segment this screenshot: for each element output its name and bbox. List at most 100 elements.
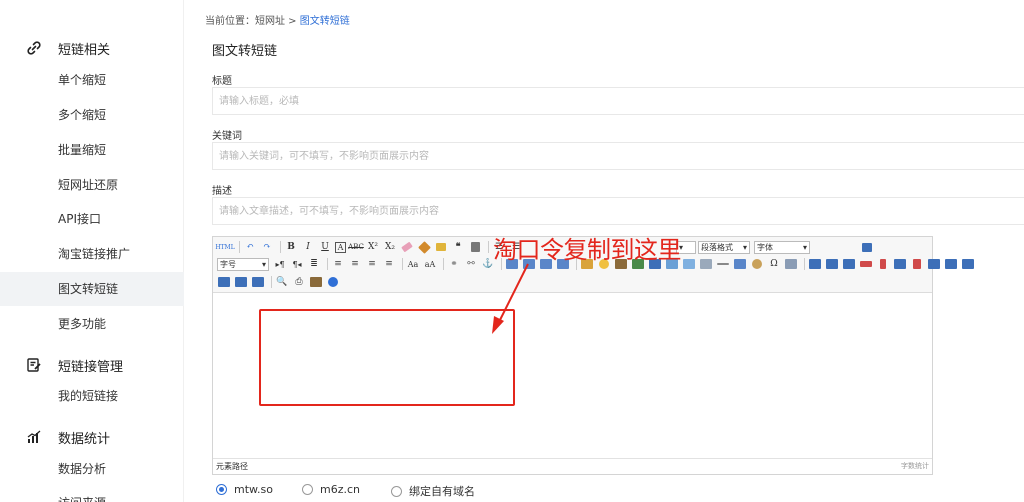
template-icon[interactable] [733,257,747,271]
align-justify-icon[interactable]: ≡ [382,257,396,271]
radio-unchecked-icon[interactable] [302,484,313,495]
italic-icon[interactable]: I [301,240,315,254]
keywords-input[interactable] [212,142,1024,170]
sidebar-item-multi-shorten[interactable]: 多个缩短 [0,98,184,132]
undo-icon[interactable]: ↶ [243,240,257,254]
sidebar-item-batch-shorten[interactable]: 批量缩短 [0,133,184,167]
delete-row-icon[interactable] [893,257,907,271]
paragraph-format-select[interactable]: 段落格式 ▾ [698,240,750,254]
breadcrumb: 当前位置：短网址 > 图文转短链 [205,12,350,27]
toolbar-separator [280,241,281,253]
sidebar-item-single-shorten[interactable]: 单个缩短 [0,63,184,97]
redo-icon[interactable]: ↷ [260,240,274,254]
merge-cells-icon[interactable] [910,257,924,271]
bold-icon[interactable]: B [284,240,298,254]
description-input[interactable] [212,197,1024,225]
font-family-value: 字体 [757,242,773,252]
domain-option-m6z[interactable]: m6z.cn [302,483,360,496]
sidebar: 短链相关 单个缩短 多个缩短 批量缩短 短网址还原 API接口 淘宝链接推广 图… [0,0,184,502]
sidebar-group-title: 短链接管理 [58,359,124,375]
sidebar-item-more[interactable]: 更多功能 [0,307,184,341]
ltr-direction-icon[interactable]: ▸¶ [273,257,287,271]
table-props-icon[interactable] [217,275,231,289]
insert-link-icon[interactable]: ⚭ [447,257,461,271]
search-replace-icon[interactable] [784,257,798,271]
sidebar-item-my-links[interactable]: 我的短链接 [0,379,184,413]
table-sort-icon[interactable] [251,275,265,289]
chevron-down-icon: ▾ [802,242,807,252]
font-border-icon[interactable]: A [335,241,346,253]
draft-icon[interactable] [309,275,323,289]
code-icon[interactable] [699,257,713,271]
sidebar-item-taobao[interactable]: 淘宝链接推广 [0,237,184,271]
insert-row-icon[interactable] [859,257,873,271]
sidebar-group-title: 短链相关 [58,42,111,58]
description-label: 描述 [212,186,232,197]
align-left-icon[interactable]: ≡ [331,257,345,271]
sidebar-item-api[interactable]: API接口 [0,202,184,236]
chevron-down-icon: ▾ [742,242,747,252]
delete-table-icon[interactable] [825,257,839,271]
sidebar-group-stats: 数据统计 [26,427,110,447]
sidebar-item-sources[interactable]: 访问来源 [0,486,184,502]
paste-text-icon[interactable] [468,240,482,254]
font-size-select[interactable]: 字号 ▾ [217,257,269,271]
fullscreen-icon[interactable] [860,240,874,254]
keywords-label: 关键词 [212,131,242,142]
breadcrumb-current: 图文转短链 [299,16,350,27]
auto-format-icon[interactable] [434,240,448,254]
split-rows-icon[interactable] [944,257,958,271]
sidebar-group-title: 数据统计 [58,431,111,447]
uppercase-icon[interactable]: Aa [406,257,420,271]
html-source-icon[interactable]: HTML [215,240,234,254]
toolbar-separator [239,241,240,253]
eraser-icon[interactable] [400,240,414,254]
align-right-icon[interactable]: ≡ [365,257,379,271]
toolbar-row-3: 🔍 ⎙ [217,274,343,290]
font-family-select[interactable]: 字体 ▾ [754,240,810,254]
domain-option-label: m6z.cn [320,483,361,496]
help-icon[interactable] [326,275,340,289]
insert-table-icon[interactable] [808,257,822,271]
quote-icon[interactable]: ❝ [451,240,465,254]
radio-unchecked-icon[interactable] [391,485,402,497]
split-cols-icon[interactable] [961,257,975,271]
align-center-icon[interactable]: ≡ [348,257,362,271]
domain-option-label: 绑定自有域名 [409,485,475,498]
special-chars-icon[interactable]: Ω [767,257,781,271]
domain-option-custom[interactable]: 绑定自有域名 [391,483,475,499]
cell-props-icon[interactable] [234,275,248,289]
preview-icon[interactable]: 🔍 [275,275,289,289]
print-icon[interactable]: ⎙ [292,275,306,289]
radio-checked-icon[interactable] [216,484,227,495]
insert-col-icon[interactable] [876,257,890,271]
font-size-value: 字号 [220,259,236,269]
domain-option-label: mtw.so [234,483,273,496]
editor-status-bar: 元素路径 字数统计 [213,458,932,474]
insert-caption-icon[interactable] [842,257,856,271]
format-brush-icon[interactable] [417,240,431,254]
domain-option-mtw[interactable]: mtw.so [216,483,273,496]
breadcrumb-parent-link[interactable]: 短网址 [255,16,285,27]
page-break-icon[interactable] [716,257,730,271]
unlink-icon[interactable]: ⚯ [464,257,478,271]
superscript-icon[interactable]: X² [366,240,380,254]
sidebar-item-analytics[interactable]: 数据分析 [0,452,184,486]
underline-icon[interactable]: U [318,240,332,254]
lowercase-icon[interactable]: aA [423,257,437,271]
toolbar-separator [271,276,272,288]
word-count: 字数统计 [901,462,929,470]
insert-frame-icon[interactable] [682,257,696,271]
sidebar-item-image-text[interactable]: 图文转短链 [0,272,184,306]
split-cells-icon[interactable] [927,257,941,271]
indent-icon[interactable]: ≣ [307,257,321,271]
sidebar-item-restore[interactable]: 短网址还原 [0,168,184,202]
strikethrough-icon[interactable]: ABC [348,240,364,254]
bar-chart-icon [26,429,42,445]
rtl-direction-icon[interactable]: ¶◂ [290,257,304,271]
link-icon [26,40,42,56]
page-title: 图文转短链 [212,44,278,59]
time-icon[interactable] [750,257,764,271]
title-input[interactable] [212,87,1024,115]
subscript-icon[interactable]: X₂ [383,240,397,254]
